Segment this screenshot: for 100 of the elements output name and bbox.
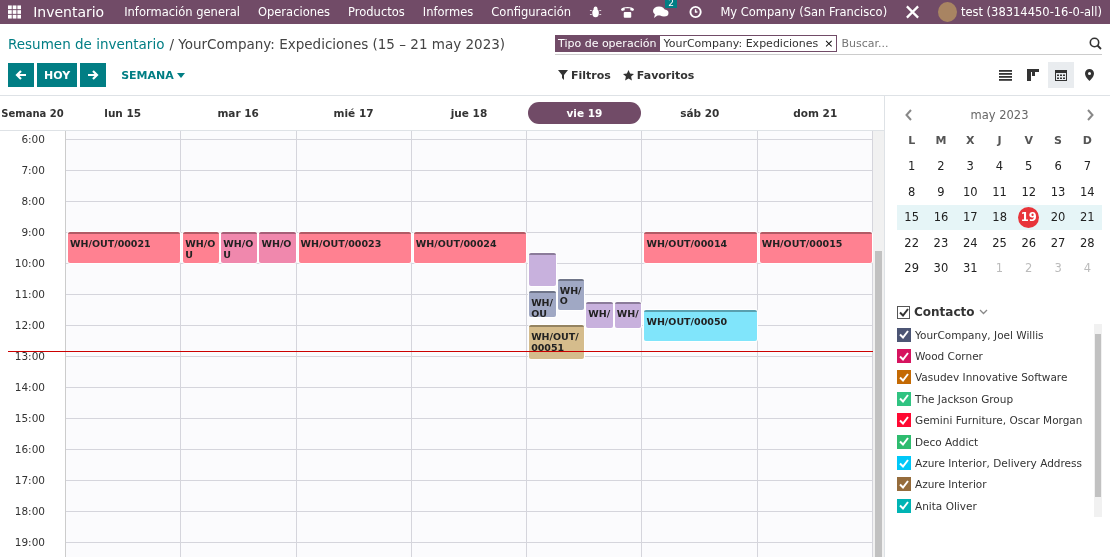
calendar-day[interactable]: 9: [926, 184, 956, 199]
menu-item[interactable]: Productos: [348, 5, 405, 19]
contact-checkbox[interactable]: [897, 327, 911, 342]
calendar-day[interactable]: 7: [1072, 159, 1102, 174]
hour-label: 9:00: [21, 226, 45, 238]
clock-icon[interactable]: [689, 5, 703, 19]
calendar-day[interactable]: 12: [1014, 184, 1044, 199]
calendar-day[interactable]: 30: [926, 261, 956, 276]
day-header[interactable]: mié 17: [296, 102, 411, 124]
day-header[interactable]: jue 18: [412, 102, 526, 124]
scrollbar-thumb[interactable]: [1095, 334, 1101, 497]
calendar-day[interactable]: 11: [984, 184, 1015, 199]
today-button[interactable]: HOY: [37, 63, 78, 87]
chevron-down-icon[interactable]: [978, 309, 988, 315]
calendar-day[interactable]: 10: [955, 184, 985, 199]
day-header[interactable]: vie 19: [527, 102, 642, 124]
calendar-day[interactable]: 31: [955, 261, 985, 276]
calendar-day[interactable]: 14: [1072, 184, 1102, 199]
phone-icon[interactable]: [620, 5, 636, 19]
breadcrumb-link[interactable]: Resumen de inventario: [8, 35, 165, 52]
calendar-day[interactable]: 28: [1072, 235, 1102, 250]
menu-item[interactable]: Configuración: [491, 5, 572, 19]
left-arrow-icon: [15, 69, 27, 81]
calendar-event[interactable]: WH/: [614, 301, 642, 328]
contact-checkbox[interactable]: [897, 370, 911, 385]
calendar-day[interactable]: 8: [897, 184, 927, 199]
calendar-day[interactable]: 27: [1043, 235, 1073, 250]
calendar-day[interactable]: 2: [926, 159, 956, 174]
calendar-event[interactable]: WH/OUT/00051: [529, 325, 585, 359]
calendar-event[interactable]: WH/OUT/00014: [644, 232, 757, 263]
calendar-day[interactable]: 19: [1018, 206, 1040, 228]
view-switch[interactable]: [1048, 62, 1074, 88]
menu-item[interactable]: Informes: [422, 5, 474, 19]
menu-item[interactable]: Operaciones: [257, 5, 331, 19]
calendar-day[interactable]: 24: [955, 235, 985, 250]
bug-icon[interactable]: [589, 5, 603, 19]
calendar-day[interactable]: 3: [955, 159, 985, 174]
calendar-day[interactable]: 22: [897, 235, 927, 250]
remove-facet-button[interactable]: ×: [821, 34, 838, 52]
contact-checkbox[interactable]: [897, 477, 911, 492]
calendar-day[interactable]: 26: [1014, 235, 1044, 250]
user-menu[interactable]: test (38314450-16-0-all): [960, 5, 1102, 19]
calendar-day[interactable]: 17: [955, 210, 985, 225]
calendar-event[interactable]: WH/OUT/00023: [298, 232, 411, 263]
calendar-event[interactable]: WH/OU: [529, 291, 556, 318]
calendar-event[interactable]: WH/: [586, 301, 613, 328]
calendar-event[interactable]: WH/OU: [221, 232, 258, 263]
calendar-event[interactable]: WH/OUT/00021: [68, 232, 181, 263]
contact-checkbox[interactable]: [897, 498, 911, 513]
favorites-button[interactable]: Favoritos: [619, 68, 698, 82]
day-header[interactable]: lun 15: [66, 102, 180, 124]
contact-checkbox[interactable]: [897, 413, 911, 428]
calendar-event[interactable]: [529, 252, 556, 287]
calendar-day[interactable]: 5: [1014, 159, 1044, 174]
day-header[interactable]: sáb 20: [643, 102, 757, 124]
contact-checkbox[interactable]: [897, 456, 911, 471]
calendar-day[interactable]: 25: [984, 235, 1015, 250]
next-button[interactable]: [80, 63, 107, 87]
calendar-day[interactable]: 18: [985, 210, 1015, 225]
chat-icon[interactable]: [653, 5, 670, 19]
contact-checkbox[interactable]: [897, 349, 911, 364]
search-icon[interactable]: [1089, 36, 1102, 50]
weekday-label: M: [934, 134, 948, 148]
previous-month-icon[interactable]: [905, 109, 913, 121]
contact-name: Gemini Furniture, Oscar Morgan: [915, 414, 1083, 427]
calendar-day[interactable]: 15: [897, 210, 927, 225]
apps-menu-icon[interactable]: [8, 5, 22, 19]
calendar-day[interactable]: 20: [1043, 210, 1073, 225]
filters-button[interactable]: Filtros: [555, 68, 614, 82]
contact-checkbox[interactable]: [897, 391, 911, 406]
app-name[interactable]: Inventario: [33, 4, 105, 20]
filter-section-title[interactable]: Contacto: [914, 305, 975, 319]
company-switcher[interactable]: My Company (San Francisco): [720, 5, 888, 19]
calendar-day[interactable]: 23: [926, 235, 956, 250]
next-month-icon[interactable]: [1086, 109, 1094, 121]
calendar-day[interactable]: 29: [897, 261, 927, 276]
calendar-event[interactable]: WH/OU: [183, 232, 220, 263]
calendar-event[interactable]: WH/OUT/00050: [644, 309, 757, 341]
calendar-day[interactable]: 13: [1043, 184, 1073, 199]
weekday-label: D: [1081, 134, 1093, 148]
previous-button[interactable]: [8, 63, 34, 87]
hour-label: 16:00: [14, 443, 45, 455]
calendar-day[interactable]: 21: [1072, 210, 1102, 225]
day-header[interactable]: mar 16: [181, 102, 295, 124]
checkbox[interactable]: [897, 305, 910, 319]
calendar-day[interactable]: 6: [1043, 159, 1073, 174]
hour-label: 17:00: [14, 474, 45, 486]
hour-label: 6:00: [21, 133, 45, 145]
calendar-day[interactable]: 16: [926, 210, 956, 225]
calendar-event[interactable]: WH/O: [259, 232, 296, 263]
calendar-day[interactable]: 1: [897, 159, 927, 174]
calendar-event[interactable]: WH/OUT/00015: [759, 232, 872, 263]
menu-item[interactable]: Información general: [124, 5, 240, 19]
calendar-event[interactable]: WH/O: [557, 278, 585, 310]
day-header[interactable]: dom 21: [758, 102, 872, 124]
contact-checkbox[interactable]: [897, 434, 911, 449]
calendar-day[interactable]: 4: [984, 159, 1015, 174]
scale-dropdown[interactable]: SEMANA: [115, 67, 191, 83]
calendar-event[interactable]: WH/OUT/00024: [413, 232, 527, 263]
scrollbar-thumb[interactable]: [875, 251, 882, 557]
